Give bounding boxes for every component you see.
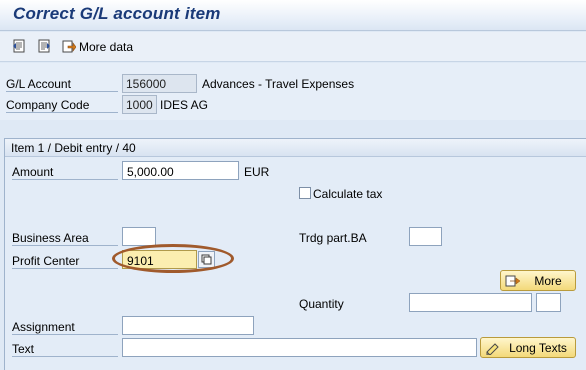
assignment-input[interactable]	[122, 316, 254, 335]
gl-account-description: Advances - Travel Expenses	[202, 77, 355, 91]
group-title: Item 1 / Debit entry / 40	[11, 141, 136, 155]
business-area-input[interactable]	[122, 227, 156, 246]
more-data-icon[interactable]	[62, 39, 77, 53]
calculate-tax-label: Calculate tax	[313, 187, 383, 201]
quantity-input[interactable]	[409, 293, 532, 312]
currency-label: EUR	[244, 165, 270, 179]
document-right-icon[interactable]	[37, 39, 51, 53]
text-input[interactable]	[122, 338, 477, 357]
more-data-label[interactable]: More data	[79, 40, 133, 54]
company-code-field: 1000	[122, 95, 157, 114]
more-button-label: More	[534, 273, 562, 288]
company-code-description: IDES AG	[160, 98, 209, 112]
long-texts-button-label: Long Texts	[509, 340, 567, 355]
long-texts-button[interactable]: Long Texts	[480, 337, 576, 358]
assignment-label: Assignment	[12, 320, 118, 335]
gl-account-label: G/L Account	[6, 77, 118, 92]
business-area-label: Business Area	[12, 231, 118, 246]
pencil-icon	[485, 341, 501, 355]
company-code-label: Company Code	[6, 98, 118, 113]
document-left-icon[interactable]	[12, 39, 26, 53]
amount-label: Amount	[12, 165, 118, 180]
profit-center-label: Profit Center	[12, 254, 118, 269]
gl-account-field: 156000	[122, 74, 197, 93]
quantity-unit-input[interactable]	[536, 293, 561, 312]
calculate-tax-checkbox[interactable]	[299, 187, 311, 199]
amount-input[interactable]	[122, 161, 239, 180]
arrow-right-icon	[505, 274, 521, 288]
text-label: Text	[12, 342, 118, 357]
quantity-label: Quantity	[299, 297, 344, 311]
value-help-icon[interactable]	[198, 251, 215, 268]
application-toolbar: More data	[0, 32, 586, 62]
trdg-part-ba-label: Trdg part.BA	[299, 231, 367, 245]
profit-center-input[interactable]	[122, 250, 197, 269]
more-button[interactable]: More	[500, 270, 576, 291]
title-bar: Correct G/L account item	[0, 0, 586, 31]
trdg-part-ba-input[interactable]	[409, 227, 442, 246]
page-title: Correct G/L account item	[13, 4, 221, 23]
group-header: Item 1 / Debit entry / 40	[5, 139, 586, 157]
